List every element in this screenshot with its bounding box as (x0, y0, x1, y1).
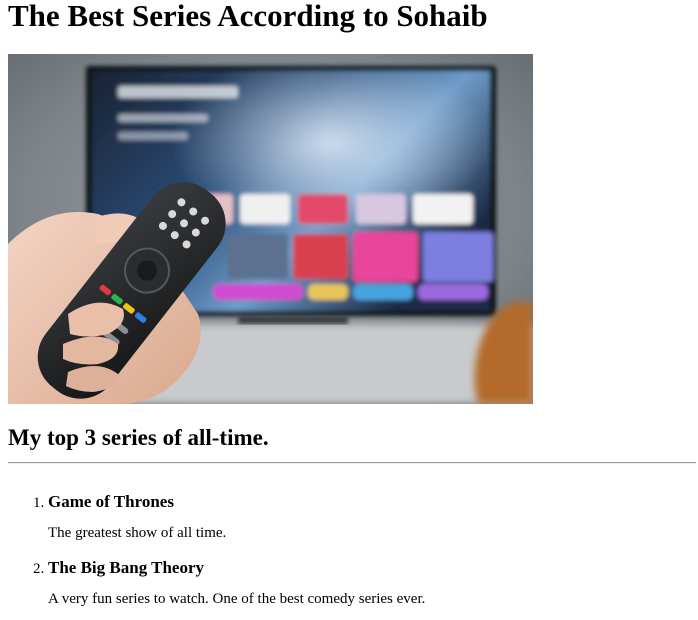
series-title: The Big Bang Theory (48, 558, 205, 577)
list-item: Game of Thrones The greatest show of all… (48, 488, 688, 542)
series-title: Game of Thrones (48, 492, 174, 511)
series-description: A very fun series to watch. One of the b… (48, 591, 426, 607)
series-list: Game of Thrones The greatest show of all… (8, 488, 688, 620)
divider (8, 462, 696, 464)
series-description: The greatest show of all time. (48, 525, 227, 541)
list-item: The Big Bang Theory A very fun series to… (48, 554, 688, 608)
section-heading: My top 3 series of all-time. (8, 425, 269, 450)
hero-image (8, 54, 533, 404)
page-title: The Best Series According to Sohaib (8, 0, 488, 33)
